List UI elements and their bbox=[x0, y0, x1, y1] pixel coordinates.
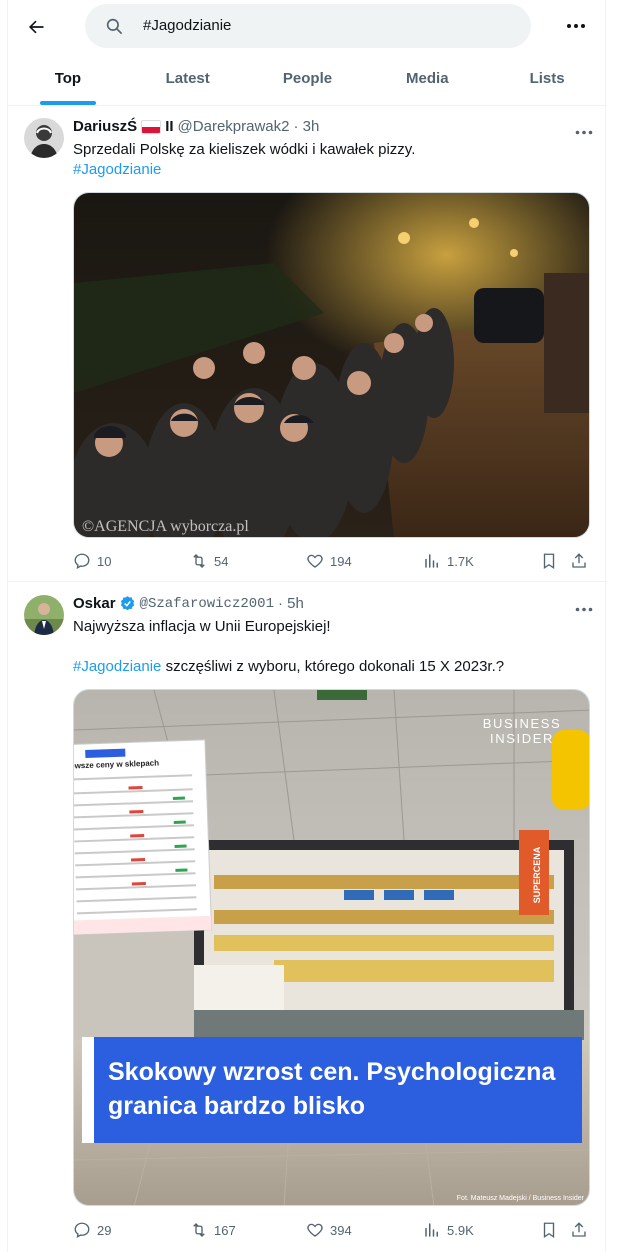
timestamp[interactable]: · 5h bbox=[278, 595, 304, 612]
search-tabs: Top Latest People Media Lists bbox=[8, 54, 607, 106]
headline-line-2: granica bardzo blisko bbox=[108, 1092, 365, 1120]
active-tab-indicator bbox=[39, 101, 96, 105]
tab-label: Lists bbox=[529, 70, 565, 87]
analytics-icon bbox=[425, 1223, 438, 1237]
avatar[interactable] bbox=[24, 595, 64, 635]
hashtag-link[interactable]: #Jagodzianie bbox=[73, 658, 161, 675]
like-button[interactable]: 394 bbox=[306, 1221, 352, 1239]
user-handle[interactable]: @Szafarowicz2001 bbox=[140, 596, 274, 612]
tweet-actions: 10 54 194 1.7K bbox=[73, 552, 590, 572]
retweet-count: 54 bbox=[214, 553, 229, 569]
tweet-text-continuation: szczęśliwi z wyboru, którego dokonali 15… bbox=[161, 658, 505, 675]
brand-line-1: BUSINESS bbox=[483, 716, 562, 731]
share-button[interactable] bbox=[570, 552, 594, 570]
retweet-icon bbox=[193, 1223, 205, 1237]
more-options-icon[interactable] bbox=[564, 16, 588, 36]
search-query: #Jagodzianie bbox=[143, 17, 232, 34]
tweet-actions: 29 167 394 5.9K bbox=[73, 1221, 590, 1241]
reply-count: 29 bbox=[97, 1222, 112, 1238]
bookmark-button[interactable] bbox=[540, 1221, 564, 1239]
timestamp[interactable]: · 3h bbox=[293, 118, 319, 135]
headline-line-1: Skokowy wzrost cen. Psychologiczna bbox=[108, 1058, 556, 1086]
tweet[interactable]: DariuszŚ II @Darekprawak2 · 3h Sprzedali… bbox=[8, 106, 607, 582]
photo-credit: Fot. Mateusz Madejski / Business Insider bbox=[457, 1195, 585, 1202]
tweet-text: Najwyższa inflacja w Unii Europejskiej! … bbox=[73, 617, 583, 677]
like-count: 194 bbox=[330, 553, 352, 569]
bookmark-button[interactable] bbox=[540, 552, 564, 570]
tab-latest[interactable]: Latest bbox=[128, 54, 248, 105]
back-arrow-icon[interactable] bbox=[22, 13, 50, 41]
verified-badge-icon bbox=[119, 595, 136, 612]
view-count: 5.9K bbox=[447, 1222, 474, 1238]
share-icon bbox=[572, 1222, 586, 1237]
share-button[interactable] bbox=[570, 1221, 594, 1239]
reply-icon bbox=[74, 553, 90, 570]
tweet-header: DariuszŚ II @Darekprawak2 · 3h bbox=[73, 118, 319, 135]
tab-label: Media bbox=[406, 70, 449, 87]
more-options-icon[interactable] bbox=[575, 122, 593, 140]
retweet-button[interactable]: 167 bbox=[190, 1221, 236, 1239]
like-button[interactable]: 194 bbox=[306, 552, 352, 570]
brand-line-2: INSIDER bbox=[490, 731, 554, 746]
display-name[interactable]: DariuszŚ bbox=[73, 118, 137, 135]
tweet-text-line: Sprzedali Polskę za kieliszek wódki i ka… bbox=[73, 141, 416, 158]
reply-icon bbox=[74, 1222, 90, 1239]
views-button[interactable]: 1.7K bbox=[423, 552, 474, 570]
tweet[interactable]: Oskar @Szafarowicz2001 · 5h Najwyższa in… bbox=[8, 583, 607, 1252]
display-name[interactable]: Oskar bbox=[73, 595, 116, 612]
heart-icon bbox=[307, 1223, 323, 1237]
poland-flag-icon bbox=[141, 119, 162, 134]
share-icon bbox=[572, 553, 586, 568]
tweet-text-line: Najwyższa inflacja w Unii Europejskiej! bbox=[73, 618, 331, 635]
tab-label: Latest bbox=[165, 70, 210, 87]
bookmark-icon bbox=[543, 553, 555, 570]
heart-icon bbox=[307, 554, 323, 568]
search-results-page: #Jagodzianie Top Latest People Media Lis… bbox=[7, 0, 607, 1252]
image-watermark: ©AGENCJA wyborcza.pl bbox=[82, 518, 249, 535]
tab-lists[interactable]: Lists bbox=[487, 54, 607, 105]
tweet-image[interactable]: ©AGENCJA wyborcza.pl bbox=[73, 192, 590, 538]
shelf-sign-text: SUPERCENA bbox=[532, 846, 542, 903]
bookmark-icon bbox=[543, 1222, 555, 1239]
tweet-image[interactable]: SUPERCENA owsze ceny w sklepach BUSINESS… bbox=[73, 689, 590, 1206]
search-input[interactable]: #Jagodzianie bbox=[85, 4, 531, 48]
display-name-suffix: II bbox=[165, 118, 174, 135]
retweet-count: 167 bbox=[214, 1222, 236, 1238]
retweet-button[interactable]: 54 bbox=[190, 552, 228, 570]
tweet-text-line: #Jagodzianie szczęśliwi z wyboru, któreg… bbox=[73, 657, 583, 677]
user-handle[interactable]: @Darekprawak2 bbox=[178, 118, 290, 135]
tab-label: People bbox=[282, 70, 333, 87]
tab-top[interactable]: Top bbox=[8, 54, 128, 105]
retweet-icon bbox=[193, 554, 205, 568]
hashtag-link[interactable]: #Jagodzianie bbox=[73, 160, 583, 180]
tweet-header: Oskar @Szafarowicz2001 · 5h bbox=[73, 595, 304, 612]
tab-media[interactable]: Media bbox=[367, 54, 487, 105]
views-button[interactable]: 5.9K bbox=[423, 1221, 474, 1239]
analytics-icon bbox=[425, 554, 438, 568]
top-bar: #Jagodzianie bbox=[8, 0, 607, 54]
avatar[interactable] bbox=[24, 118, 64, 158]
reply-button[interactable]: 10 bbox=[73, 552, 111, 570]
reply-count: 10 bbox=[97, 553, 112, 569]
tab-people[interactable]: People bbox=[248, 54, 368, 105]
reply-button[interactable]: 29 bbox=[73, 1221, 111, 1239]
tab-label: Top bbox=[54, 70, 82, 87]
more-options-icon[interactable] bbox=[575, 599, 593, 617]
search-icon bbox=[105, 17, 123, 40]
like-count: 394 bbox=[330, 1222, 352, 1238]
view-count: 1.7K bbox=[447, 553, 474, 569]
tweet-text: Sprzedali Polskę za kieliszek wódki i ka… bbox=[73, 140, 583, 180]
